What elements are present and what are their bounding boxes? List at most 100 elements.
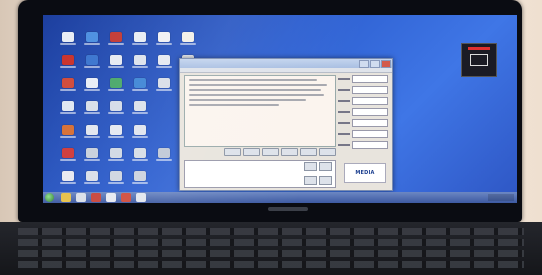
text-line: [189, 99, 306, 101]
output-text-area[interactable]: [184, 75, 336, 147]
desktop-icon[interactable]: [107, 171, 125, 188]
taskbar-app-icon[interactable]: [61, 193, 71, 202]
control-button[interactable]: [224, 148, 241, 156]
setting-row: [338, 141, 388, 149]
setting-field[interactable]: [352, 97, 388, 105]
desktop-icon[interactable]: [59, 171, 77, 188]
system-tray[interactable]: [488, 194, 514, 201]
pen-icon: [470, 54, 488, 66]
desktop-icon[interactable]: [131, 171, 149, 188]
action-button[interactable]: [304, 176, 317, 185]
desktop-icon[interactable]: [155, 55, 173, 72]
taskbar-app-icon[interactable]: [136, 193, 146, 202]
desktop-icon[interactable]: [107, 101, 125, 118]
desktop-icon[interactable]: [59, 32, 77, 49]
control-button[interactable]: [300, 148, 317, 156]
desktop-icon[interactable]: [131, 55, 149, 72]
settings-panel: [338, 75, 388, 159]
desktop-icon[interactable]: [83, 32, 101, 49]
setting-label: [338, 78, 350, 80]
setting-row: [338, 108, 388, 116]
desktop-icon[interactable]: [107, 125, 125, 142]
start-orb-icon[interactable]: [45, 193, 54, 202]
setting-row: [338, 97, 388, 105]
setting-field[interactable]: [352, 75, 388, 83]
desktop-icon[interactable]: [59, 55, 77, 72]
setting-field[interactable]: [352, 141, 388, 149]
minimize-button[interactable]: [359, 59, 369, 68]
setting-label: [338, 89, 350, 91]
desktop-icon[interactable]: [83, 148, 101, 165]
desktop-icon[interactable]: [83, 125, 101, 142]
desktop-icon[interactable]: [59, 101, 77, 118]
setting-label: [338, 122, 350, 124]
taskbar-app-icon[interactable]: [106, 193, 116, 202]
taskbar-app-icon[interactable]: [121, 193, 131, 202]
desktop-icon[interactable]: [107, 78, 125, 95]
desktop-icon[interactable]: [131, 148, 149, 165]
send-button[interactable]: [304, 162, 317, 171]
desktop-icon[interactable]: [83, 55, 101, 72]
desktop-icon[interactable]: [59, 78, 77, 95]
desktop-icon[interactable]: [155, 32, 173, 49]
setting-row: [338, 86, 388, 94]
desktop-icon[interactable]: [131, 32, 149, 49]
control-button[interactable]: [281, 148, 298, 156]
desktop-icon[interactable]: [59, 125, 77, 142]
taskbar-app-icon[interactable]: [91, 193, 101, 202]
maximize-button[interactable]: [370, 59, 380, 68]
setting-field[interactable]: [352, 108, 388, 116]
photo-scene: MEDIA: [0, 0, 542, 275]
setting-label: [338, 144, 350, 146]
setting-row: [338, 130, 388, 138]
desktop-icon[interactable]: [59, 148, 77, 165]
keyboard-row: [18, 228, 524, 235]
app-logo: MEDIA: [344, 163, 386, 183]
pen-tablet-gadget-icon[interactable]: [461, 43, 497, 77]
close-button[interactable]: [381, 59, 391, 68]
setting-row: [338, 119, 388, 127]
desktop-icon[interactable]: [107, 148, 125, 165]
control-button[interactable]: [319, 148, 336, 156]
control-button[interactable]: [262, 148, 279, 156]
text-line: [189, 89, 321, 91]
desktop-icon[interactable]: [83, 78, 101, 95]
setting-field[interactable]: [352, 86, 388, 94]
text-line: [189, 84, 327, 86]
desktop-icon[interactable]: [155, 148, 173, 165]
setting-row: [338, 75, 388, 83]
text-line: [189, 94, 324, 96]
desktop-icon[interactable]: [131, 125, 149, 142]
action-button[interactable]: [319, 162, 332, 171]
desktop-icon[interactable]: [107, 55, 125, 72]
control-button-row: [224, 148, 336, 156]
window-titlebar[interactable]: [180, 59, 392, 68]
keyboard-row: [18, 239, 524, 246]
keyboard-row: [18, 250, 524, 257]
setting-label: [338, 111, 350, 113]
desktop-icon[interactable]: [131, 78, 149, 95]
desktop-icon[interactable]: [155, 78, 173, 95]
desktop-icon[interactable]: [131, 101, 149, 118]
desktop-icon[interactable]: [107, 32, 125, 49]
app-window: MEDIA: [179, 58, 393, 191]
text-line: [189, 104, 279, 106]
menu-bar[interactable]: [180, 68, 392, 73]
keyboard-row: [18, 261, 524, 268]
desktop-icon[interactable]: [83, 101, 101, 118]
laptop-keyboard: [0, 222, 542, 275]
desktop-icon[interactable]: [83, 171, 101, 188]
taskbar-app-icon[interactable]: [76, 193, 86, 202]
setting-label: [338, 100, 350, 102]
desktop-screen: MEDIA: [43, 15, 517, 203]
setting-field[interactable]: [352, 130, 388, 138]
control-button[interactable]: [243, 148, 260, 156]
action-button[interactable]: [319, 176, 332, 185]
text-line: [189, 79, 317, 81]
desktop-icon[interactable]: [179, 32, 197, 49]
gadget-brand-bar: [468, 47, 490, 50]
laptop-brand-badge: [268, 207, 308, 211]
setting-field[interactable]: [352, 119, 388, 127]
setting-label: [338, 133, 350, 135]
taskbar: [43, 192, 517, 203]
